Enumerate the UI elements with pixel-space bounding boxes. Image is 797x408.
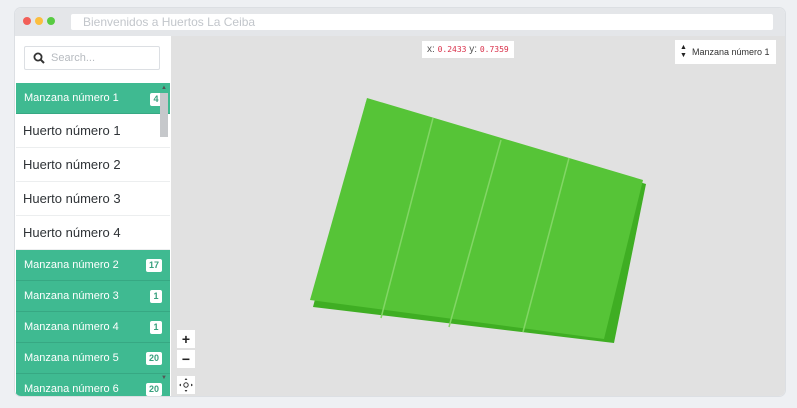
count-badge: 20 bbox=[145, 383, 162, 396]
recenter-button[interactable] bbox=[177, 376, 195, 394]
app-window: Bienvenidos a Huertos La Ceiba Manzana n… bbox=[15, 8, 785, 396]
selected-block-label: Manzana número 1 bbox=[692, 47, 770, 57]
scroll-up-icon[interactable]: ▲ bbox=[161, 85, 167, 91]
block-plot[interactable] bbox=[310, 98, 643, 339]
block-label: Manzana número 2 bbox=[24, 259, 119, 271]
huerto-item-4[interactable]: Huerto número 4 bbox=[16, 216, 170, 250]
map-view[interactable]: x: 0.2433 y: 0.7359 ▲ ▼ Manzana número 1 … bbox=[171, 36, 785, 396]
search-input[interactable] bbox=[51, 49, 151, 67]
block-label: Manzana número 3 bbox=[24, 290, 119, 302]
huerto-item-1[interactable]: Huerto número 1 bbox=[16, 114, 170, 148]
sidebar: Manzana número 1 4 Huerto número 1 Huert… bbox=[15, 36, 171, 396]
title-bar: Bienvenidos a Huertos La Ceiba bbox=[15, 8, 785, 36]
y-label: y: bbox=[469, 44, 478, 55]
block-item-2[interactable]: Manzana número 2 17 bbox=[16, 250, 170, 281]
block-item-3[interactable]: Manzana número 3 1 bbox=[16, 281, 170, 312]
sidebar-scrollbar[interactable]: ▲ ▼ bbox=[159, 83, 169, 383]
plot-layer bbox=[310, 98, 646, 343]
search-box[interactable] bbox=[24, 46, 160, 70]
scrollbar-thumb[interactable] bbox=[160, 93, 168, 137]
block-list: Manzana número 1 4 Huerto número 1 Huert… bbox=[16, 83, 170, 396]
block-item-4[interactable]: Manzana número 4 1 bbox=[16, 312, 170, 343]
block-label: Manzana número 4 bbox=[24, 321, 119, 333]
address-bar: Bienvenidos a Huertos La Ceiba bbox=[71, 14, 773, 30]
close-dot[interactable] bbox=[23, 17, 31, 25]
x-label: x: bbox=[427, 44, 435, 55]
block-label: Manzana número 1 bbox=[24, 92, 119, 104]
block-item-1[interactable]: Manzana número 1 4 bbox=[16, 83, 170, 114]
search-icon bbox=[33, 52, 45, 64]
zoom-in-button[interactable]: + bbox=[177, 330, 195, 348]
move-icon bbox=[179, 378, 193, 392]
x-value: 0.2433 bbox=[437, 45, 467, 54]
block-label: Manzana número 6 bbox=[24, 383, 119, 395]
coordinate-readout: x: 0.2433 y: 0.7359 bbox=[422, 41, 514, 58]
block-selector[interactable]: ▲ ▼ Manzana número 1 bbox=[675, 40, 776, 64]
huerto-item-3[interactable]: Huerto número 3 bbox=[16, 182, 170, 216]
huerto-item-2[interactable]: Huerto número 2 bbox=[16, 148, 170, 182]
zoom-out-button[interactable]: − bbox=[177, 350, 195, 368]
block-label: Manzana número 5 bbox=[24, 352, 119, 364]
block-item-6[interactable]: Manzana número 6 20 bbox=[16, 374, 170, 396]
scroll-down-icon[interactable]: ▼ bbox=[161, 375, 167, 381]
y-value: 0.7359 bbox=[479, 45, 509, 54]
maximize-dot[interactable] bbox=[47, 17, 55, 25]
spinner-icon[interactable]: ▲ ▼ bbox=[680, 44, 687, 60]
block-item-5[interactable]: Manzana número 5 20 bbox=[16, 343, 170, 374]
minimize-dot[interactable] bbox=[35, 17, 43, 25]
